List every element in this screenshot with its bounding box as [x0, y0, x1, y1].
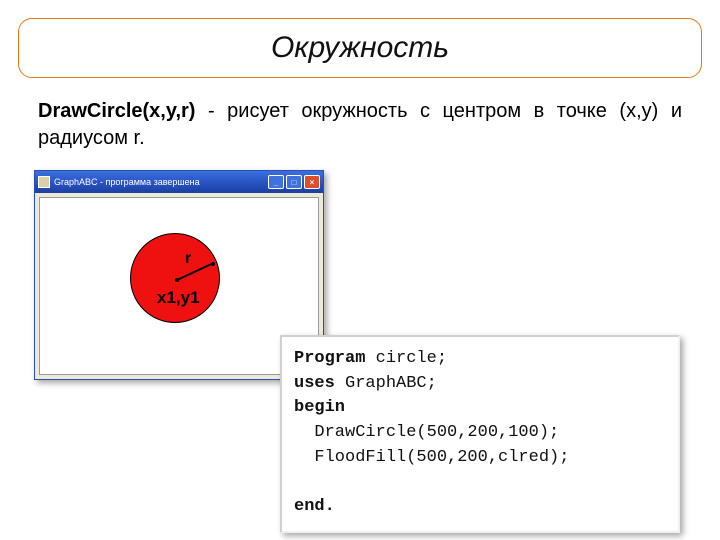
description-text: DrawCircle(x,y,r) - рисует окружность с …	[38, 98, 682, 152]
client-area: r x1,y1	[39, 197, 319, 375]
window-title: GraphABC - программа завершена	[54, 177, 200, 187]
code-l1b: circle;	[365, 349, 447, 368]
code-sample: Program circle; uses GraphABC; begin Dra…	[280, 335, 680, 533]
maximize-button[interactable]: □	[286, 175, 302, 189]
kw-uses: uses	[294, 374, 335, 393]
titlebar: GraphABC - программа завершена _ □ ×	[35, 171, 323, 193]
close-button[interactable]: ×	[304, 175, 320, 189]
label-center: x1,y1	[157, 288, 200, 308]
function-name: DrawCircle(x,y,r)	[38, 100, 195, 122]
code-l2b: GraphABC;	[335, 374, 437, 393]
radius-line-icon	[177, 262, 214, 281]
radius-end-dot-icon	[211, 262, 215, 266]
code-l5: FloodFill(500,200,clred);	[294, 448, 569, 467]
code-l4: DrawCircle(500,200,100);	[294, 423, 559, 442]
circle-diagram: r x1,y1	[130, 233, 220, 323]
label-radius: r	[185, 250, 191, 268]
kw-begin: begin	[294, 398, 345, 417]
title-box: Окружность	[18, 18, 702, 78]
red-circle: r x1,y1	[130, 233, 220, 323]
page-title: Окружность	[271, 31, 449, 65]
minimize-button[interactable]: _	[268, 175, 284, 189]
kw-end: end.	[294, 497, 335, 516]
window-controls: _ □ ×	[268, 175, 320, 189]
kw-program: Program	[294, 349, 365, 368]
titlebar-left: GraphABC - программа завершена	[38, 176, 200, 188]
app-icon	[38, 176, 50, 188]
